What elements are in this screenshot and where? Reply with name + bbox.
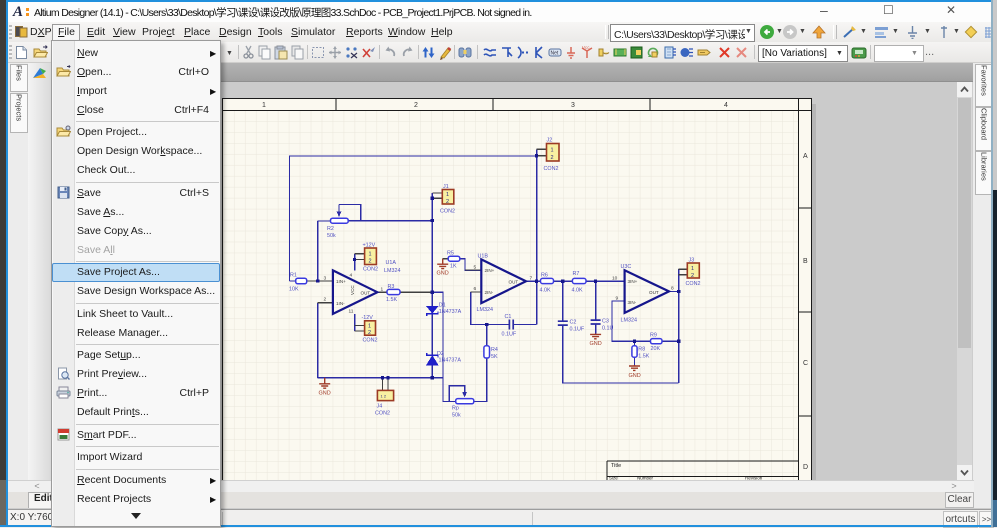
svg-text:3: 3 <box>324 276 327 282</box>
svg-text:U1B: U1B <box>478 254 489 260</box>
svg-text:Rp: Rp <box>452 406 459 412</box>
svg-text:OUT: OUT <box>361 291 371 296</box>
svg-text:R5: R5 <box>447 251 454 257</box>
svg-text:GND: GND <box>319 391 331 397</box>
svg-text:LM324: LM324 <box>621 318 637 324</box>
svg-text:1: 1 <box>381 287 384 293</box>
svg-text:R4: R4 <box>491 347 498 353</box>
svg-text:1: 1 <box>262 102 266 109</box>
svg-text:8: 8 <box>671 286 674 292</box>
svg-text:R2: R2 <box>327 226 334 232</box>
svg-text:1.5K: 1.5K <box>386 297 397 303</box>
svg-text:2: 2 <box>691 273 694 279</box>
svg-text:0.1UF: 0.1UF <box>502 332 517 338</box>
svg-text:R7: R7 <box>573 271 580 277</box>
svg-text:50k: 50k <box>452 413 461 419</box>
svg-text:2IN-: 2IN- <box>485 290 494 295</box>
svg-text:LM324: LM324 <box>477 307 493 313</box>
svg-text:1: 1 <box>551 148 554 154</box>
svg-text:3: 3 <box>571 102 575 109</box>
svg-text:VCC: VCC <box>350 285 355 295</box>
svg-text:+12V: +12V <box>363 243 376 249</box>
svg-text:R6: R6 <box>541 273 548 279</box>
svg-text:J4: J4 <box>377 404 383 410</box>
svg-text:1: 1 <box>446 192 449 198</box>
svg-text:CON2: CON2 <box>440 209 455 215</box>
svg-text:U1A: U1A <box>386 260 397 266</box>
svg-text:J2: J2 <box>547 138 553 144</box>
svg-text:GND: GND <box>437 271 449 277</box>
svg-text:1K: 1K <box>450 264 457 270</box>
svg-text:Net: Net <box>551 51 559 57</box>
svg-text:3IN-: 3IN- <box>628 300 637 305</box>
svg-text:1.5K: 1.5K <box>638 354 649 360</box>
svg-text:CON2: CON2 <box>544 166 559 172</box>
svg-text:2: 2 <box>446 199 449 205</box>
svg-text:2: 2 <box>324 297 327 303</box>
svg-text:6: 6 <box>474 286 477 292</box>
svg-text:R8: R8 <box>638 347 645 353</box>
svg-text:J1: J1 <box>443 184 449 190</box>
svg-text:C3: C3 <box>602 319 609 325</box>
svg-text:1IN+: 1IN+ <box>336 279 346 284</box>
svg-text:7: 7 <box>530 276 533 282</box>
svg-text:R3: R3 <box>388 284 395 290</box>
svg-text:C: C <box>803 360 808 367</box>
svg-text:11: 11 <box>349 309 354 315</box>
svg-text:1N4737A: 1N4737A <box>439 309 462 315</box>
svg-text:OUT: OUT <box>509 280 519 285</box>
svg-text:4.0K: 4.0K <box>540 288 551 294</box>
svg-text:C2: C2 <box>570 320 577 326</box>
svg-text:2: 2 <box>551 155 554 161</box>
svg-text:2IN+: 2IN+ <box>485 268 495 273</box>
svg-text:1: 1 <box>369 252 372 258</box>
svg-text:CON2: CON2 <box>686 281 701 287</box>
svg-text:GND: GND <box>590 341 602 347</box>
svg-text:CON2: CON2 <box>375 411 390 417</box>
svg-text:4.0K: 4.0K <box>572 288 583 294</box>
svg-text:-12V: -12V <box>362 315 374 321</box>
svg-text:D2: D2 <box>437 351 444 357</box>
svg-text:0.1UF: 0.1UF <box>570 327 585 333</box>
svg-text:20K: 20K <box>651 346 661 352</box>
svg-text:5: 5 <box>474 265 477 271</box>
svg-text:J3: J3 <box>689 258 695 264</box>
svg-text:CON2: CON2 <box>363 267 378 273</box>
svg-text:OUT: OUT <box>649 290 659 295</box>
svg-text:4: 4 <box>724 102 728 109</box>
svg-text:10: 10 <box>612 276 618 282</box>
svg-text:5K: 5K <box>491 354 498 360</box>
svg-text:Title: Title <box>611 463 621 469</box>
svg-text:0.1U: 0.1U <box>602 326 613 332</box>
svg-text:3IN+: 3IN+ <box>628 279 638 284</box>
svg-text:50k: 50k <box>327 233 336 239</box>
svg-text:2: 2 <box>369 259 372 265</box>
svg-text:1: 1 <box>368 324 371 330</box>
svg-text:R9: R9 <box>650 333 657 339</box>
svg-text:4: 4 <box>350 273 353 279</box>
svg-text:C1: C1 <box>505 314 512 320</box>
svg-text:U3C: U3C <box>621 264 632 270</box>
svg-text:2: 2 <box>414 102 418 109</box>
svg-text:D1: D1 <box>439 303 446 309</box>
svg-text:LM324: LM324 <box>384 268 400 274</box>
svg-text:B: B <box>803 258 808 265</box>
svg-text:D: D <box>803 464 808 471</box>
svg-text:CON2: CON2 <box>363 338 378 344</box>
svg-text:1: 1 <box>691 266 694 272</box>
svg-text:9: 9 <box>616 296 619 302</box>
svg-text:1 2: 1 2 <box>381 394 387 399</box>
svg-text:Vcc: Vcc <box>582 45 590 50</box>
svg-text:GND: GND <box>629 373 641 379</box>
svg-text:1IN-: 1IN- <box>336 301 345 306</box>
svg-text:2: 2 <box>368 330 371 336</box>
svg-text:R1: R1 <box>290 273 297 279</box>
svg-text:1N4737A: 1N4737A <box>439 358 462 364</box>
svg-text:10K: 10K <box>289 287 299 293</box>
svg-text:A: A <box>803 153 808 160</box>
